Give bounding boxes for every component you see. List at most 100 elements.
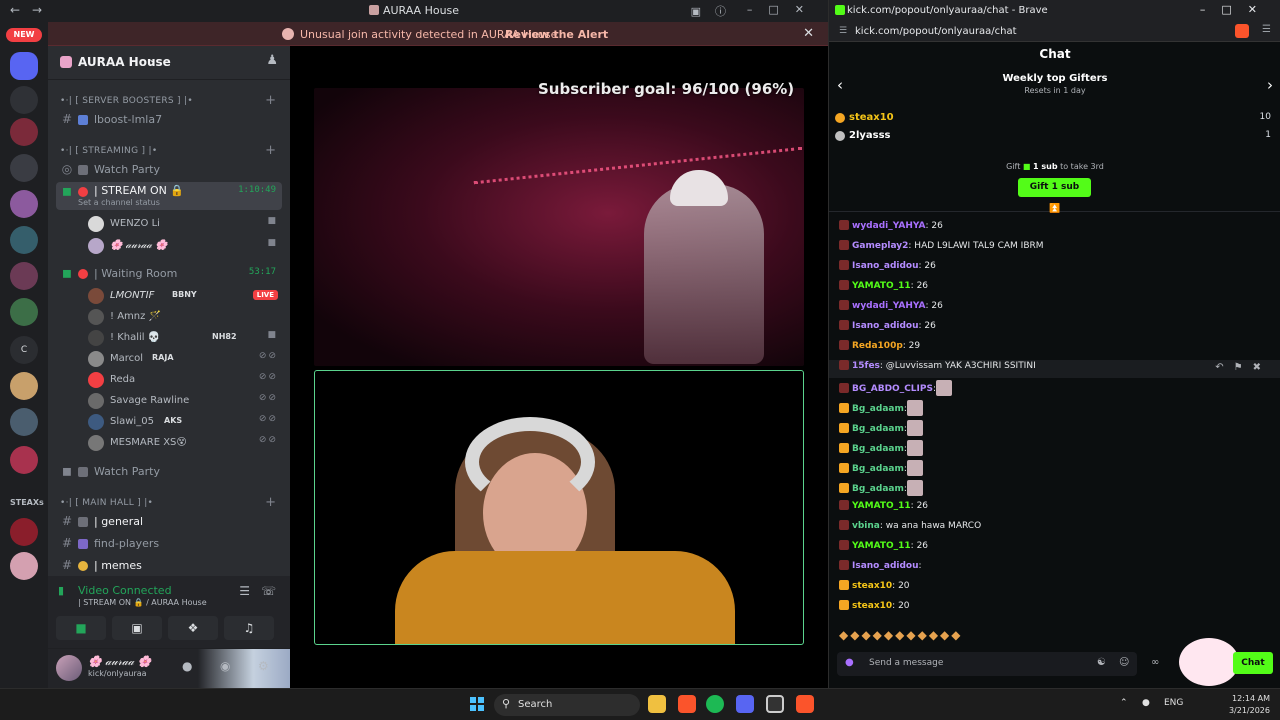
chat-message[interactable]: Bg_adaam: bbox=[839, 400, 1271, 418]
close-icon[interactable]: ✕ bbox=[803, 26, 814, 41]
chat-username[interactable]: Gameplay2 bbox=[852, 241, 908, 251]
server-folder-3[interactable] bbox=[10, 226, 38, 254]
server-icon-5[interactable] bbox=[10, 372, 38, 400]
screen-share-button[interactable]: ▣ bbox=[112, 616, 162, 640]
server-icon-1[interactable] bbox=[10, 52, 38, 80]
server-icon-6[interactable] bbox=[10, 446, 38, 474]
chat-message[interactable]: Bg_adaam: bbox=[839, 460, 1271, 478]
chat-message[interactable]: YAMATO_11: 26 bbox=[839, 280, 1271, 298]
chat-message[interactable]: Isano_adidou: 26 bbox=[839, 320, 1271, 338]
brave-icon[interactable] bbox=[678, 695, 696, 713]
server-icon-4[interactable] bbox=[10, 298, 38, 326]
voice-user[interactable]: LMONTIF BBNY LIVE bbox=[88, 286, 282, 306]
avatar[interactable] bbox=[56, 655, 82, 681]
chat-username[interactable]: Bg_adaam bbox=[852, 484, 904, 494]
emoji-icon[interactable]: ☺ bbox=[1119, 657, 1129, 668]
chat-username[interactable]: 15fes bbox=[852, 361, 880, 371]
chat-message[interactable]: wydadi_YAHYA: 26 bbox=[839, 220, 1271, 238]
stream-video-main[interactable] bbox=[314, 88, 804, 366]
chat-message[interactable]: BG_ABDO_CLIPS: bbox=[839, 380, 1271, 398]
windows-start-icon[interactable] bbox=[470, 697, 484, 711]
chat-username[interactable]: Isano_adidou bbox=[852, 561, 919, 571]
activities-button[interactable]: ❖ bbox=[168, 616, 218, 640]
server-icon-c[interactable]: C bbox=[10, 336, 38, 364]
settings-gear-icon[interactable]: ⚙ bbox=[258, 659, 269, 673]
voice-user[interactable]: ! Amnz 🪄 bbox=[88, 307, 282, 327]
gift-sub-button[interactable]: Gift 1 sub bbox=[1018, 178, 1091, 197]
chat-username[interactable]: Bg_adaam bbox=[852, 404, 904, 414]
window-controls[interactable]: –□✕ bbox=[1200, 3, 1273, 16]
server-folder-4[interactable] bbox=[10, 262, 38, 290]
gifter-row[interactable]: 2lyasss 1 bbox=[835, 129, 1275, 145]
chatgpt-icon[interactable] bbox=[766, 695, 784, 713]
chevron-down-icon[interactable]: ⌄ bbox=[148, 54, 156, 65]
chat-username[interactable]: Bg_adaam bbox=[852, 464, 904, 474]
chat-username[interactable]: steax10 bbox=[852, 601, 892, 611]
voice-user[interactable]: Slawi_05 AKS ⊘⊘ bbox=[88, 412, 282, 432]
chat-username[interactable]: Reda100p bbox=[852, 341, 903, 351]
discord-icon[interactable] bbox=[736, 695, 754, 713]
collapse-pinned-icon[interactable]: ⏫ bbox=[1049, 204, 1060, 214]
soundboard-button[interactable]: ♫ bbox=[224, 616, 274, 640]
clock[interactable]: 12:14 AM 3/21/2026 bbox=[1229, 693, 1270, 717]
chat-username[interactable]: Isano_adidou bbox=[852, 321, 919, 331]
address-bar[interactable]: ☰ kick.com/popout/onlyauraa/chat ☰ bbox=[829, 21, 1280, 42]
chat-username[interactable]: Bg_adaam bbox=[852, 424, 904, 434]
translate-icon[interactable]: ☯ bbox=[1097, 657, 1106, 668]
guild-header[interactable]: AURAA House ⌄ ♟ bbox=[48, 46, 290, 80]
add-channel-icon[interactable]: + bbox=[265, 93, 276, 108]
chevron-up-icon[interactable]: ⌃ bbox=[1120, 698, 1128, 708]
taskbar-search[interactable]: ⚲ Search bbox=[494, 694, 640, 716]
chat-message[interactable]: steax10: 20 bbox=[839, 600, 1271, 618]
site-info-icon[interactable]: ☰ bbox=[839, 26, 847, 36]
brave-icon-2[interactable] bbox=[796, 695, 814, 713]
server-folder-5[interactable] bbox=[10, 408, 38, 436]
voice-user[interactable]: ! Khalil 💀 NH82 ■ bbox=[88, 328, 282, 348]
chat-message[interactable]: steax10: 20 bbox=[839, 580, 1271, 598]
menu-icon[interactable]: ☰ bbox=[1262, 24, 1271, 35]
channel-watch-party-2[interactable]: ◼ Watch Party bbox=[56, 462, 282, 482]
server-folder-2[interactable] bbox=[10, 190, 38, 218]
new-badge[interactable]: NEW bbox=[6, 28, 42, 42]
chat-username[interactable]: YAMATO_11 bbox=[852, 541, 911, 551]
webcam-video[interactable] bbox=[314, 370, 804, 645]
chat-message[interactable]: Bg_adaam: bbox=[839, 440, 1271, 458]
category-main-hall[interactable]: •·| [ MAIN HALL ] |• + bbox=[56, 494, 282, 514]
chat-username[interactable]: wydadi_YAHYA bbox=[852, 301, 926, 311]
username[interactable]: 🌸 𝒶𝓊𝓇𝒶𝒶 🌸 bbox=[88, 655, 151, 669]
settings-icon[interactable]: ∞ bbox=[1151, 657, 1159, 668]
category-streaming[interactable]: •·| [ STREAMING ] |• + bbox=[56, 142, 282, 162]
chat-message[interactable]: Isano_adidou: 26 bbox=[839, 260, 1271, 278]
disconnect-icon[interactable]: ☏ bbox=[261, 584, 276, 598]
chat-username[interactable]: YAMATO_11 bbox=[852, 281, 911, 291]
headphones-icon[interactable]: ◉ bbox=[220, 659, 230, 673]
voice-user[interactable]: Reda ⊘⊘ bbox=[88, 370, 282, 390]
server-icon-8[interactable] bbox=[10, 552, 38, 580]
channel-status[interactable]: Set a channel status bbox=[78, 198, 160, 207]
file-explorer-icon[interactable] bbox=[648, 695, 666, 713]
chat-message[interactable]: 15fes: @Luvvissam YAK A3CHIRI SSITINI ↶⚑✖ bbox=[829, 360, 1280, 378]
chat-message[interactable]: Bg_adaam: bbox=[839, 420, 1271, 438]
chat-message[interactable]: Reda100p: 29 bbox=[839, 340, 1271, 358]
chat-username[interactable]: Bg_adaam bbox=[852, 444, 904, 454]
chat-messages[interactable]: wydadi_YAHYA: 26 Gameplay2: HAD L9LAWI TA… bbox=[829, 220, 1280, 620]
mic-icon[interactable]: ● bbox=[845, 657, 854, 668]
chat-username[interactable]: steax10 bbox=[852, 581, 892, 591]
language-indicator[interactable]: ENG bbox=[1164, 698, 1183, 708]
voice-user[interactable]: MESMARE XS😵 ⊘⊘ bbox=[88, 433, 282, 453]
noise-suppression-icon[interactable]: ☰ bbox=[239, 584, 250, 598]
message-actions-icons[interactable]: ↶⚑✖ bbox=[1215, 362, 1271, 373]
chat-message[interactable]: YAMATO_11: 26 bbox=[839, 540, 1271, 558]
voice-status[interactable]: Video Connected bbox=[78, 584, 172, 597]
server-icon-2[interactable] bbox=[10, 86, 38, 114]
channel-boost[interactable]: # lboost-lmla7 bbox=[56, 110, 282, 130]
channel-waiting-room[interactable]: ◼ | Waiting Room 53:17 bbox=[56, 264, 282, 284]
channel-watch-party[interactable]: ◎ Watch Party bbox=[56, 160, 282, 180]
voice-user[interactable]: Savage Rawline ⊘⊘ bbox=[88, 391, 282, 411]
chat-message[interactable]: Bg_adaam: bbox=[839, 480, 1271, 498]
add-channel-icon[interactable]: + bbox=[265, 495, 276, 510]
server-folder-1[interactable] bbox=[10, 154, 38, 182]
channel-general[interactable]: # | general bbox=[56, 512, 282, 532]
message-input[interactable]: Send a message bbox=[869, 658, 943, 668]
chat-username[interactable]: vbina bbox=[852, 521, 880, 531]
